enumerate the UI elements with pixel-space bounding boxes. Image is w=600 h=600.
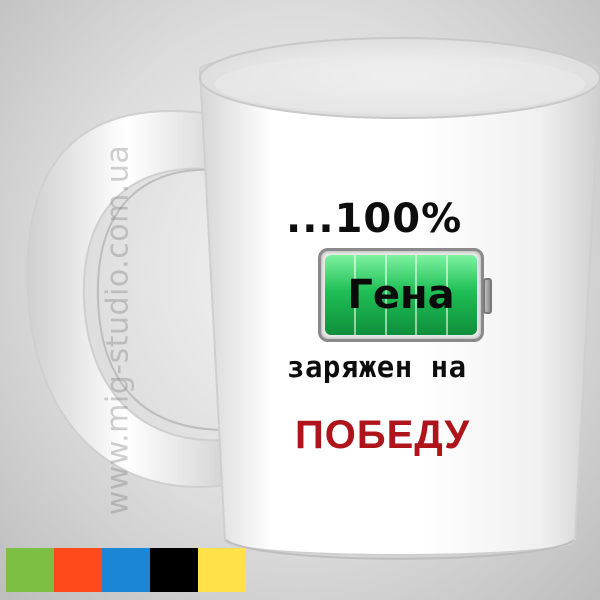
color-swatch-blue[interactable] — [102, 548, 150, 592]
mug-print: ...100% Гена заряжен на ПОБЕДУ — [0, 0, 600, 600]
print-line-charged-for: заряжен на — [287, 350, 467, 384]
color-swatch-row — [6, 548, 246, 592]
color-swatch-yellow[interactable] — [198, 548, 246, 592]
product-photo: www.mig-studio.com.ua ...100% Гена заряж… — [0, 0, 600, 600]
print-headline: ...100% — [286, 196, 463, 242]
battery-icon: Гена — [318, 248, 484, 342]
color-swatch-orange-red[interactable] — [54, 548, 102, 592]
color-swatch-black[interactable] — [150, 548, 198, 592]
print-line-victory: ПОБЕДУ — [295, 413, 471, 457]
color-swatch-green[interactable] — [6, 548, 54, 592]
battery-terminal-icon — [483, 278, 492, 314]
battery-name-label: Гена — [347, 272, 455, 318]
